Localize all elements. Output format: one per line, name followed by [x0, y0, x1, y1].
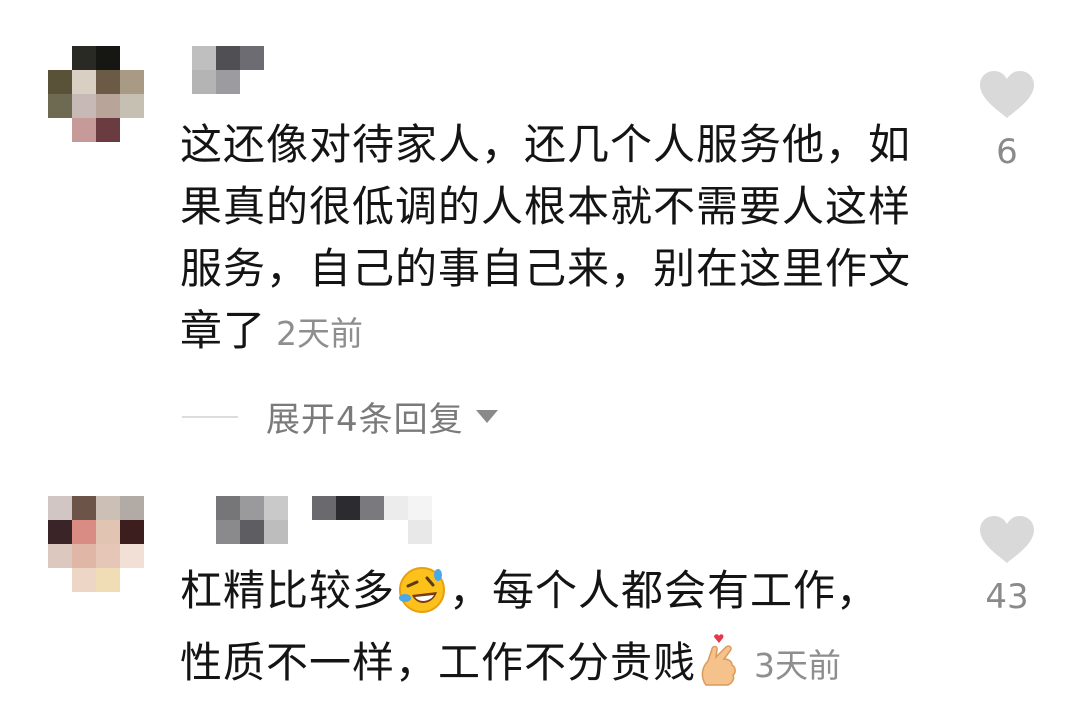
- heart-icon: [980, 516, 1034, 563]
- divider-line: [182, 415, 238, 418]
- expand-replies-label: 展开4条回复: [266, 400, 464, 440]
- comment-text: 这还像对待家人，还几个人服务他，如果真的很低调的人根本就不需要人这样服务，自己的…: [180, 114, 920, 365]
- avatar[interactable]: [48, 496, 144, 592]
- avatar[interactable]: [48, 46, 144, 142]
- like-count: 6: [996, 132, 1018, 172]
- comment-time: 2天前: [276, 314, 364, 353]
- heart-icon: [980, 71, 1034, 118]
- comment-time: 3天前: [754, 646, 842, 685]
- finger-heart-icon: [698, 633, 742, 704]
- rolling-laughing-face-icon: [397, 565, 447, 632]
- like-button[interactable]: 43: [972, 515, 1042, 617]
- caret-down-icon: [475, 410, 498, 423]
- like-button[interactable]: 6: [972, 70, 1042, 172]
- like-count: 43: [985, 577, 1029, 617]
- username[interactable]: [192, 46, 264, 94]
- comment-list: 这还像对待家人，还几个人服务他，如果真的很低调的人根本就不需要人这样服务，自己的…: [0, 0, 1080, 712]
- comment-body: 杠精比较多: [180, 566, 396, 615]
- expand-replies-button[interactable]: 展开4条回复: [182, 392, 498, 441]
- username[interactable]: [216, 496, 432, 544]
- comment-text: 杠精比较多 ，每个人都会有工作，性质不一样，工作不分贵贱 3天前: [180, 560, 920, 704]
